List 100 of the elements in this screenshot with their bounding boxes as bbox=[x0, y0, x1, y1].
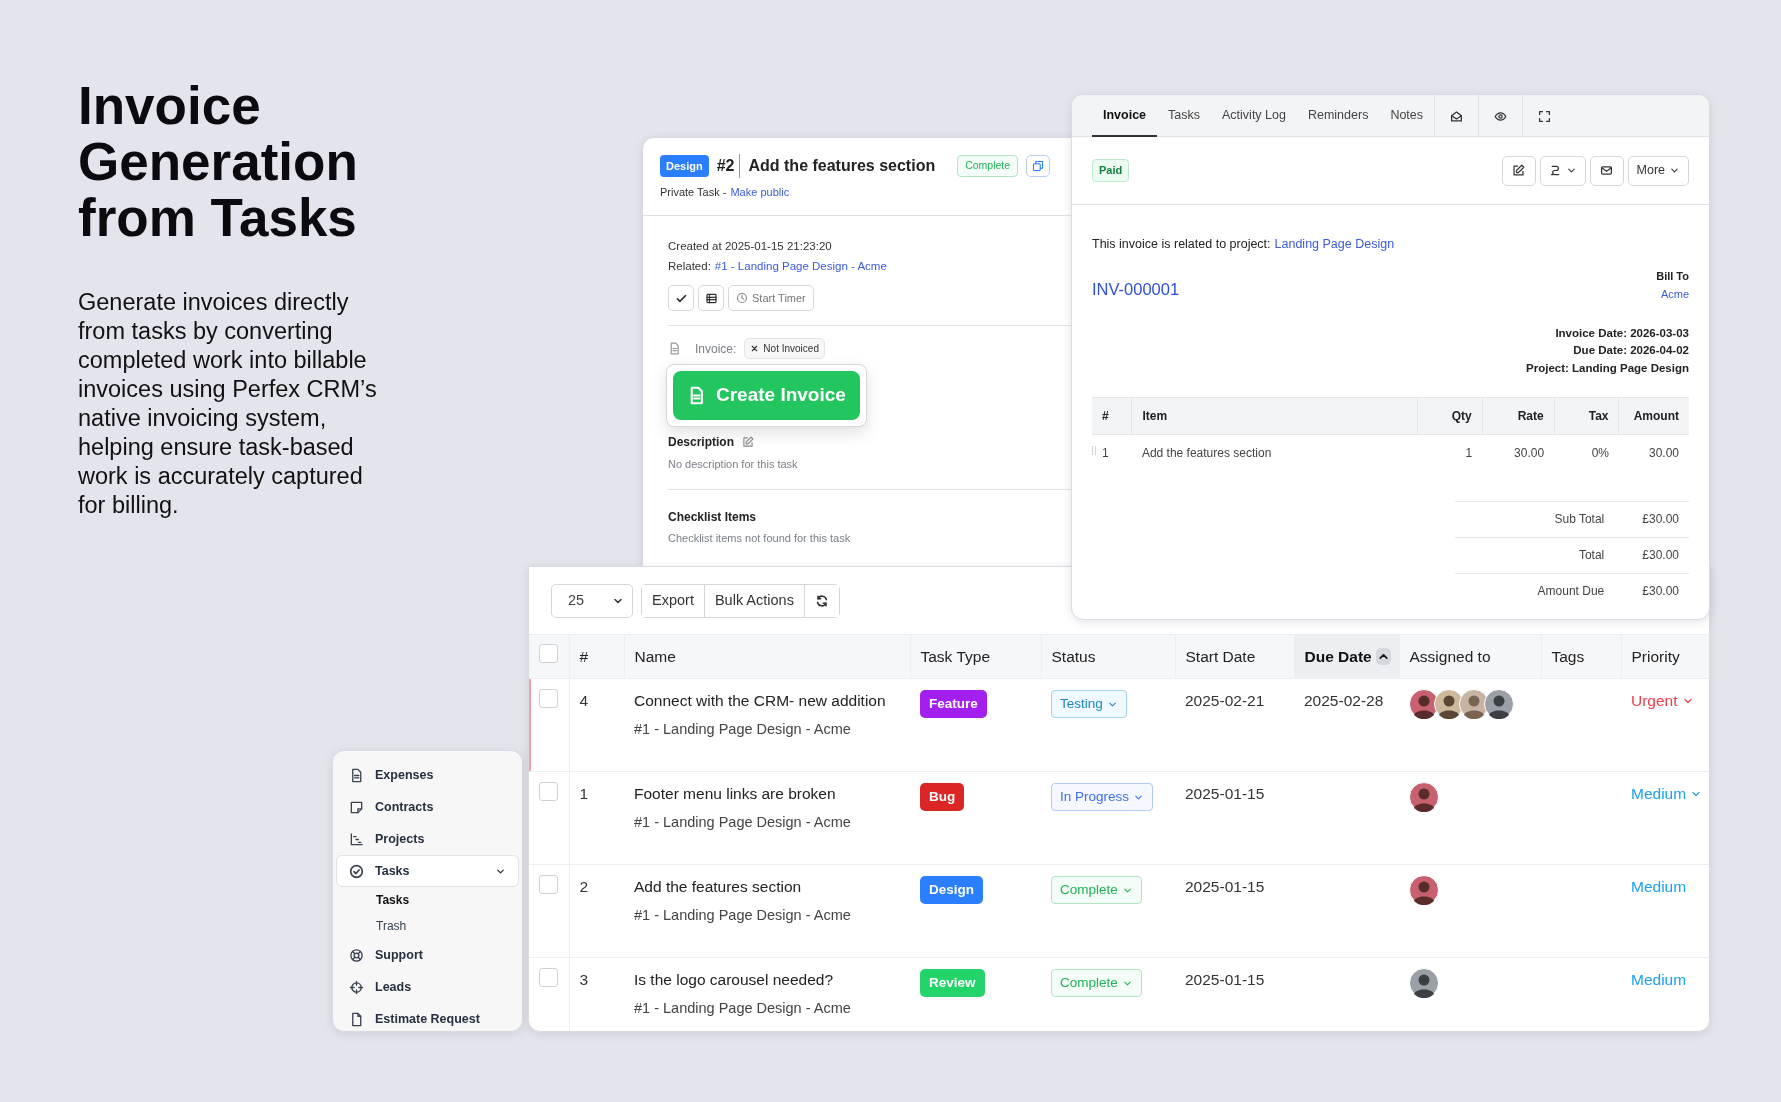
section-title: Description bbox=[668, 433, 734, 451]
bill-to-label: Bill To bbox=[1656, 268, 1689, 284]
page-size-select[interactable]: 25 bbox=[551, 583, 633, 618]
avatar bbox=[1484, 689, 1514, 719]
tab[interactable]: Invoice bbox=[1092, 95, 1158, 137]
row-number: 1 bbox=[579, 785, 589, 802]
copy-button[interactable] bbox=[1026, 155, 1051, 177]
fullscreen-icon bbox=[1538, 109, 1552, 123]
avatar bbox=[1409, 782, 1439, 812]
eye-icon bbox=[1494, 109, 1508, 123]
close-icon bbox=[750, 344, 760, 353]
column-header[interactable]: Status bbox=[1051, 644, 1096, 669]
privacy-label: Private Task - bbox=[660, 185, 727, 200]
total-value: £30.00 bbox=[1642, 547, 1679, 565]
total-label: Sub Total bbox=[1554, 511, 1605, 529]
created-text: Created at 2025-01-15 21:23:20 bbox=[668, 238, 833, 254]
submenu-item[interactable]: Tasks bbox=[336, 887, 410, 913]
caret-icon bbox=[1565, 165, 1577, 176]
priority-dropdown[interactable]: Urgent bbox=[1631, 689, 1694, 713]
copy-icon bbox=[1032, 160, 1045, 172]
checklist-note: Checklist items not found for this task bbox=[668, 531, 852, 546]
type-badge: Design bbox=[660, 154, 709, 178]
type-badge: Feature bbox=[920, 690, 987, 719]
start-timer-button[interactable]: Start Timer bbox=[728, 285, 814, 311]
tab[interactable]: Reminders bbox=[1296, 95, 1380, 137]
task-title: Add the features section bbox=[748, 156, 936, 176]
date-text: 2025-02-21 bbox=[1185, 692, 1265, 709]
sidebar-item[interactable]: Projects bbox=[336, 823, 519, 855]
table-button[interactable] bbox=[698, 285, 724, 311]
type-badge: Review bbox=[920, 969, 985, 998]
task-name-link[interactable]: Is the logo carousel needed? bbox=[634, 968, 834, 992]
client-link[interactable]: Acme bbox=[1656, 286, 1689, 303]
column-header: Item bbox=[1131, 397, 1418, 435]
convert-button[interactable] bbox=[1539, 155, 1586, 186]
type-badge: Bug bbox=[920, 783, 965, 812]
invoice-meta: Project: Landing Page Design bbox=[1525, 360, 1689, 376]
lifebuoy-icon bbox=[349, 947, 364, 963]
column-header: Rate bbox=[1482, 397, 1555, 435]
sidebar-item[interactable]: Estimate Request bbox=[336, 1003, 519, 1031]
edit-button[interactable] bbox=[742, 435, 754, 448]
table-cell: 30.00 bbox=[1514, 446, 1545, 461]
sidebar-item[interactable]: Support bbox=[336, 939, 519, 971]
date-text: 2025-01-15 bbox=[1185, 785, 1265, 802]
more-button[interactable]: More bbox=[1627, 155, 1689, 186]
project-link[interactable]: Landing Page Design bbox=[1274, 235, 1395, 254]
invoice-label: Invoice: bbox=[695, 340, 737, 358]
task-number: #2 bbox=[716, 154, 741, 178]
select-value: 25 bbox=[568, 590, 585, 610]
column-header[interactable]: Name bbox=[634, 644, 676, 669]
tab[interactable]: Activity Log bbox=[1211, 95, 1297, 137]
column-header: # bbox=[1092, 397, 1132, 435]
checkbox[interactable] bbox=[539, 875, 558, 894]
file-icon bbox=[349, 1011, 364, 1027]
task-name-link[interactable]: Connect with the CRM- new addition bbox=[634, 689, 886, 713]
email-button[interactable] bbox=[1589, 155, 1624, 186]
project-text: #1 - Landing Page Design - Acme bbox=[634, 999, 852, 1019]
row-number: 2 bbox=[579, 878, 589, 895]
checkbox[interactable] bbox=[539, 968, 558, 987]
tab[interactable]: Tasks bbox=[1157, 95, 1212, 137]
sort-button[interactable] bbox=[1375, 648, 1391, 665]
row-number: 3 bbox=[579, 971, 589, 988]
column-header: Amount bbox=[1619, 397, 1689, 435]
task-name-link[interactable]: Footer menu links are broken bbox=[634, 782, 836, 806]
checkbox[interactable] bbox=[539, 782, 558, 801]
table-cell: 1 bbox=[1102, 446, 1109, 461]
invoice-meta: Invoice Date: 2026-03-03 bbox=[1554, 325, 1689, 341]
related-text: This invoice is related to project: bbox=[1092, 236, 1271, 253]
sidebar-item[interactable]: Expenses bbox=[336, 759, 519, 791]
crosshair-icon bbox=[349, 979, 364, 995]
complete-button[interactable] bbox=[668, 285, 694, 311]
invoice-number[interactable]: INV-000001 bbox=[1092, 276, 1180, 303]
edit-icon bbox=[742, 435, 754, 448]
make-public-link[interactable]: Make public bbox=[730, 184, 790, 201]
checkbox[interactable] bbox=[539, 689, 558, 708]
submenu-item[interactable]: Trash bbox=[336, 913, 407, 939]
status-badge: Complete bbox=[957, 155, 1019, 177]
sidebar-item[interactable]: Tasks bbox=[336, 855, 519, 887]
status-dropdown[interactable]: In Progress bbox=[1051, 783, 1154, 812]
task-name-link[interactable]: Add the features section bbox=[634, 875, 802, 899]
total-value: £30.00 bbox=[1642, 583, 1679, 601]
date-text: 2025-01-15 bbox=[1185, 971, 1265, 988]
description-text: Generate invoices directly from tasks by converting completed work into billable invoices using Perfex CRM’s native invoicing system, helping ensure task-based work is accurately captured for billing. bbox=[78, 288, 378, 520]
toolbar-button[interactable]: Export bbox=[642, 584, 705, 617]
document-icon bbox=[349, 767, 364, 783]
project-text: #1 - Landing Page Design - Acme bbox=[634, 906, 852, 926]
tab[interactable]: Notes bbox=[1379, 95, 1435, 137]
sidebar-item[interactable]: Leads bbox=[336, 971, 519, 1003]
table-cell: 0% bbox=[1591, 446, 1609, 461]
column-header[interactable]: # bbox=[579, 644, 589, 669]
table-cell: 1 bbox=[1465, 446, 1473, 461]
chart-icon bbox=[349, 831, 364, 847]
total-label: Amount Due bbox=[1537, 583, 1605, 601]
checkbox[interactable] bbox=[539, 643, 558, 663]
related-link[interactable]: #1 - Landing Page Design - Acme bbox=[714, 257, 887, 275]
sidebar-item[interactable]: Contracts bbox=[336, 791, 519, 823]
table-cell: 30.00 bbox=[1648, 446, 1679, 461]
related-label: Related: bbox=[668, 258, 711, 274]
refresh-icon bbox=[814, 593, 829, 608]
status-dropdown[interactable]: Testing bbox=[1051, 690, 1127, 719]
edit-icon bbox=[1512, 164, 1525, 177]
